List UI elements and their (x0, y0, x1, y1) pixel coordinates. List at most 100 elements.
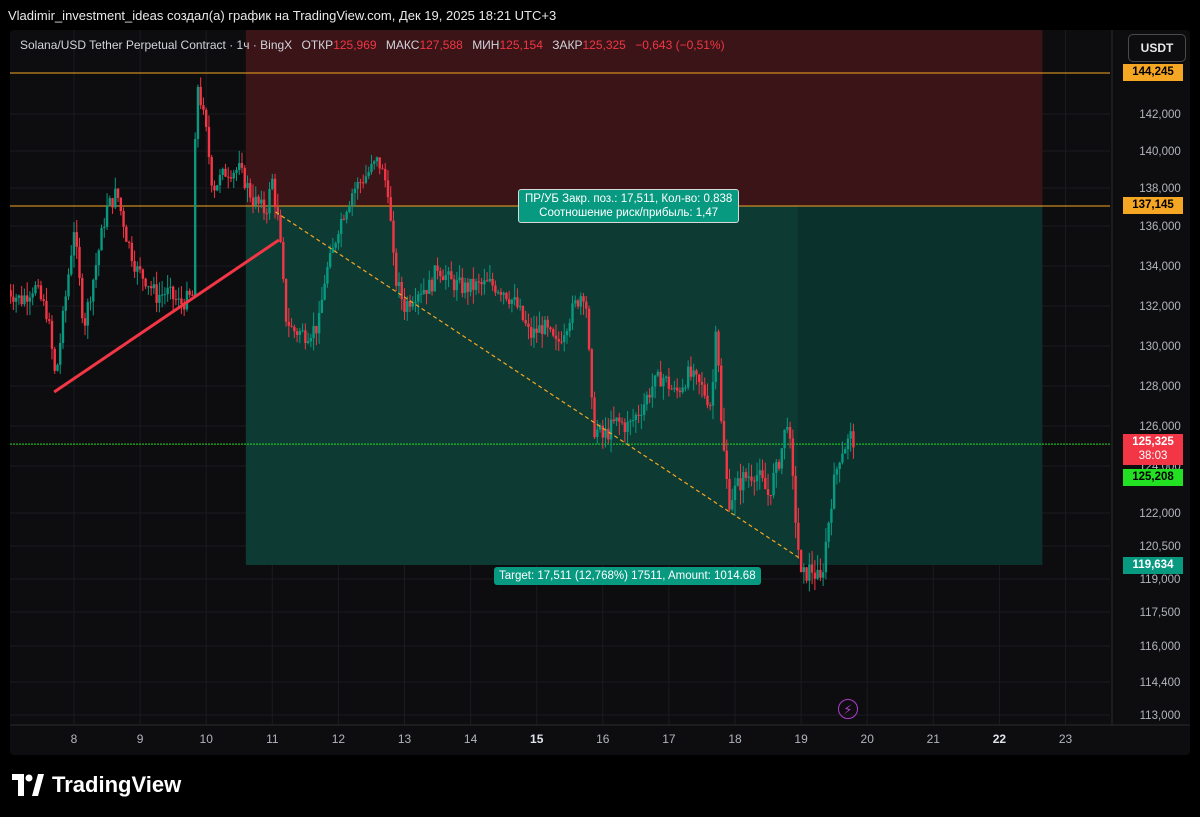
symbol-legend: Solana/USD Tether Perpetual Contract · 1… (20, 38, 725, 52)
candle-body (287, 321, 291, 326)
currency-button[interactable]: USDT (1128, 34, 1186, 62)
x-tick-label: 9 (137, 732, 144, 746)
author-line: Vladimir_investment_ideas создал(а) граф… (8, 8, 557, 23)
position-summary-box[interactable]: ПР/УБ Закр. поз.: 17,511, Кол-во: 0.838 … (518, 189, 740, 223)
candle-body (28, 297, 32, 302)
y-tick-label: 142,000 (1139, 109, 1181, 121)
candle-body (810, 564, 814, 573)
lightning-icon[interactable]: ⚡ (838, 699, 858, 719)
price-chart[interactable]: 113,000 114,400 116,000 117,500 119,000 120,5… (10, 30, 1190, 755)
candle-body (642, 404, 646, 415)
candle-body (180, 298, 183, 305)
candle-body (122, 211, 125, 227)
candle-body (326, 266, 329, 284)
y-tick-label: 120,500 (1139, 541, 1181, 553)
candle-body (648, 394, 651, 398)
candle-body (557, 338, 560, 342)
candle-body (458, 277, 461, 281)
candle-body (246, 183, 249, 188)
candle-body (637, 414, 640, 416)
candle-body (582, 296, 585, 302)
candle-body (783, 429, 786, 449)
candle-body (832, 474, 836, 509)
candle-body (337, 233, 340, 244)
candle-body (507, 299, 511, 304)
candle-body (45, 300, 48, 320)
x-tick-label: 21 (927, 732, 941, 746)
candle-body (86, 302, 89, 326)
logo-text: TradingView (52, 772, 182, 797)
candle-body (483, 280, 486, 285)
candle-body (664, 376, 668, 379)
candle-body (125, 226, 128, 242)
candle-body (293, 326, 296, 332)
candle-body (306, 341, 310, 343)
candle-body (295, 331, 299, 335)
candle-body (284, 279, 288, 322)
candle-body (494, 285, 497, 293)
candle-body (136, 266, 139, 272)
candle-body (171, 286, 175, 300)
candle-body (309, 338, 313, 342)
candle-body (218, 174, 222, 186)
candle-body (260, 199, 263, 204)
candle-body (430, 279, 434, 292)
candle-body (824, 541, 828, 573)
candle-body (56, 364, 59, 371)
candle-body (425, 290, 428, 294)
tradingview-logo: TradingView (12, 772, 181, 798)
y-tick-label: 122,000 (1139, 508, 1181, 520)
high-label: МАКС (385, 38, 420, 52)
x-tick-label: 14 (464, 732, 478, 746)
candle-body (447, 271, 450, 275)
candle-body (615, 417, 618, 422)
candle-body (742, 472, 745, 491)
candle-body (849, 431, 852, 439)
candle-body (736, 478, 739, 486)
high-value: 127,588 (419, 38, 463, 52)
candle-body (251, 197, 255, 206)
candle-body (364, 176, 368, 183)
candle-body (232, 172, 235, 179)
candle-body (334, 243, 337, 248)
candle-body (317, 312, 321, 334)
candle-body (202, 105, 205, 110)
candle-body (395, 252, 398, 286)
candle-body (524, 320, 527, 324)
candle-body (753, 480, 756, 482)
candle-body (739, 478, 742, 491)
candle-body (549, 327, 552, 330)
candle-body (609, 419, 613, 440)
candle-body (339, 218, 343, 234)
candle-body (25, 295, 29, 302)
x-tick-label: 15 (530, 732, 544, 746)
candle-body (94, 265, 98, 280)
candle-body (766, 489, 770, 496)
candle-body (224, 168, 227, 177)
y-tick-label: 140,000 (1139, 146, 1181, 158)
candle-body (61, 310, 65, 343)
candle-body (75, 232, 78, 247)
candle-body (722, 420, 726, 451)
candle-body (733, 485, 737, 501)
candle-body (755, 475, 759, 482)
target-price-tag: 119,634 (1123, 557, 1183, 574)
candle-body (411, 303, 414, 307)
y-tick-label: 116,000 (1140, 641, 1181, 653)
candle-body (367, 172, 370, 177)
target-box[interactable]: Target: 17,511 (12,768%) 17511, Amount: … (494, 567, 761, 585)
chart-area[interactable]: 113,000 114,400 116,000 117,500 119,000 120,5… (10, 30, 1190, 755)
candle-body (645, 394, 649, 405)
candle-body (816, 569, 819, 579)
candle-body (48, 319, 51, 321)
candle-body (516, 297, 519, 308)
low-label: МИН (472, 38, 500, 52)
candle-body (221, 168, 224, 175)
candle-body (14, 297, 18, 302)
candle-body (42, 299, 45, 301)
candle-body (353, 188, 357, 194)
symbol-name[interactable]: Solana/USD Tether Perpetual Contract · 1… (20, 38, 292, 52)
candle-body (439, 270, 442, 277)
y-tick-label: 113,000 (1140, 710, 1181, 722)
candle-body (433, 265, 436, 292)
